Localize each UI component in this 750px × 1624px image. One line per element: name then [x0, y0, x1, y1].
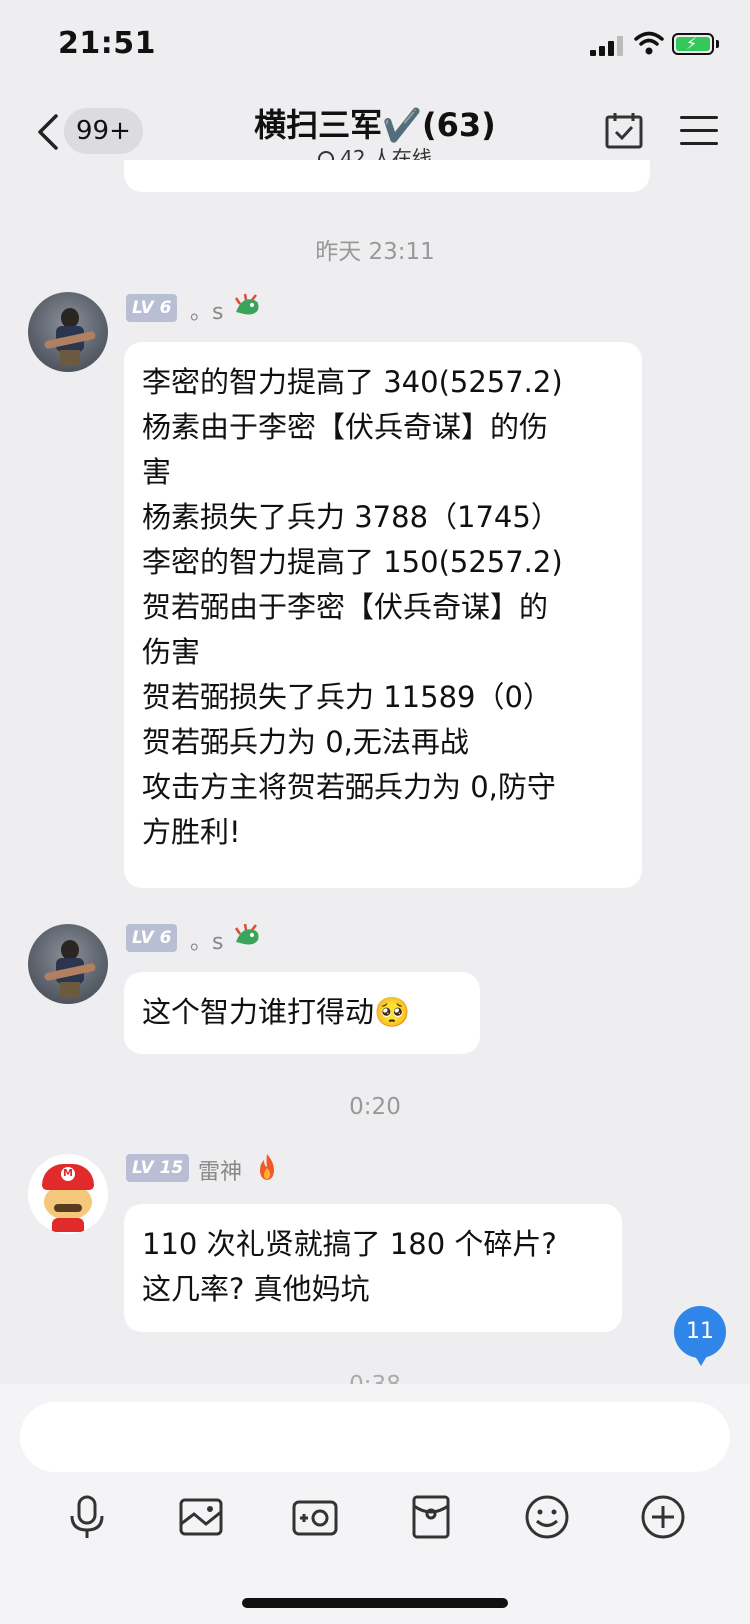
status-time: 21:51 — [58, 26, 156, 61]
previous-message-bubble — [124, 160, 650, 192]
battery-nub — [716, 40, 719, 48]
avatar[interactable] — [28, 924, 108, 1004]
input-toolbar — [0, 1492, 750, 1572]
dragon-icon — [234, 923, 259, 945]
status-bar: 21:51 ⚡ — [0, 0, 750, 90]
message-input[interactable] — [20, 1402, 730, 1472]
sender-name[interactable]: 。s — [190, 924, 223, 956]
message-bubble[interactable]: 这个智力谁打得动🥺 — [124, 972, 480, 1054]
microphone-icon[interactable] — [62, 1492, 112, 1542]
camera-icon[interactable] — [290, 1492, 340, 1542]
calendar-check-icon[interactable] — [604, 110, 644, 150]
new-messages-badge[interactable]: 11 — [674, 1306, 726, 1366]
emoji-icon[interactable] — [522, 1492, 572, 1542]
level-badge: LV 15 — [126, 1154, 190, 1182]
menu-icon[interactable] — [680, 116, 718, 146]
wifi-icon — [634, 31, 664, 55]
avatar[interactable]: M — [28, 1154, 108, 1234]
level-badge: LV 6 — [126, 924, 178, 952]
home-indicator — [242, 1598, 508, 1608]
input-area — [0, 1384, 750, 1624]
avatar[interactable] — [28, 292, 108, 372]
sender-name[interactable]: 。s — [190, 294, 223, 326]
image-icon[interactable] — [176, 1492, 226, 1542]
sender-name[interactable]: 雷神 — [198, 1154, 242, 1186]
dragon-icon — [234, 293, 259, 315]
timestamp: 0:20 — [349, 1094, 401, 1120]
message-bubble[interactable]: 李密的智力提高了 340(5257.2) 杨素由于李密【伏兵奇谋】的伤 害 杨素… — [124, 342, 642, 888]
cellular-signal-icon — [590, 36, 626, 56]
timestamp: 0:38 — [0, 1372, 750, 1384]
level-badge: LV 6 — [126, 294, 178, 322]
timestamp: 昨天 23:11 — [315, 239, 435, 265]
plus-icon[interactable] — [638, 1492, 688, 1542]
fire-icon — [260, 1154, 274, 1180]
battery-icon: ⚡ — [672, 33, 714, 55]
red-packet-icon[interactable] — [406, 1492, 456, 1542]
message-bubble[interactable]: 110 次礼贤就搞了 180 个碎片? 这几率? 真他妈坑 — [124, 1204, 622, 1332]
